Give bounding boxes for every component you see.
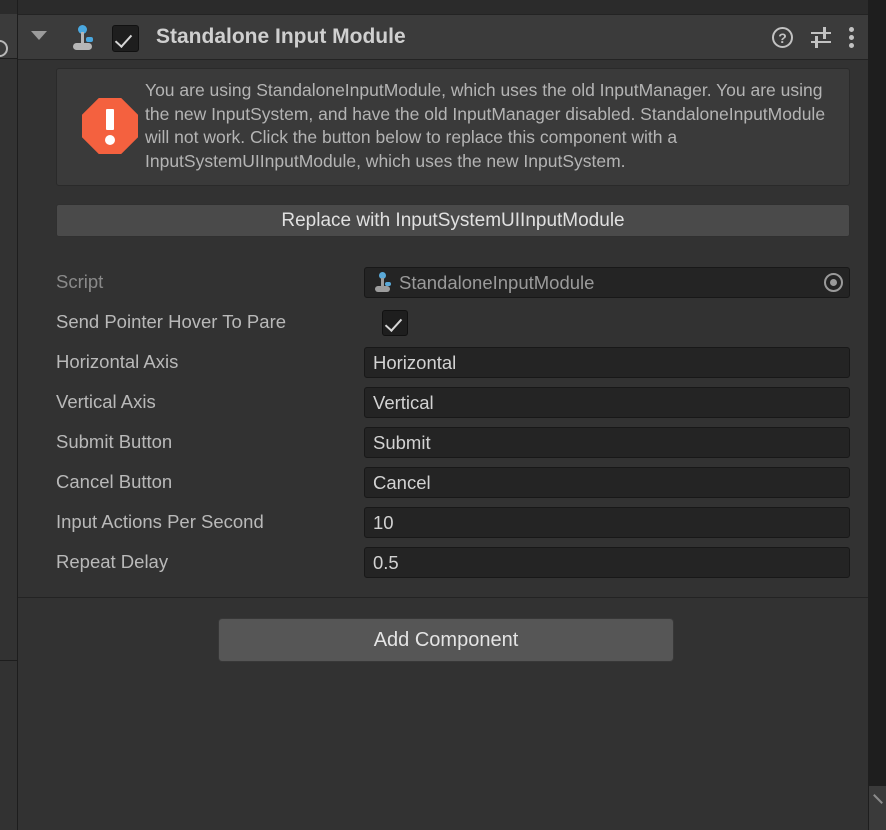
resize-grip[interactable] bbox=[869, 786, 886, 830]
foldout-arrow-icon[interactable] bbox=[31, 31, 47, 40]
section-divider bbox=[18, 597, 868, 598]
property-label: Repeat Delay bbox=[56, 551, 169, 572]
add-component-button[interactable]: Add Component bbox=[218, 618, 674, 662]
property-row-input-actions-per-second: Input Actions Per Second 10 bbox=[18, 502, 868, 542]
property-row-script: Script StandaloneInputModule bbox=[18, 262, 868, 302]
property-row-repeat-delay: Repeat Delay 0.5 bbox=[18, 542, 868, 582]
property-label: Cancel Button bbox=[56, 471, 173, 492]
left-panel-tab[interactable] bbox=[0, 14, 17, 59]
warning-help-box: You are using StandaloneInputModule, whi… bbox=[56, 68, 850, 186]
horizontal-axis-input[interactable]: Horizontal bbox=[364, 347, 850, 378]
cancel-button-input[interactable]: Cancel bbox=[364, 467, 850, 498]
left-panel-circle-icon bbox=[0, 40, 8, 57]
vertical-axis-input[interactable]: Vertical bbox=[364, 387, 850, 418]
input-actions-per-second-input[interactable]: 10 bbox=[364, 507, 850, 538]
submit-button-input[interactable]: Submit bbox=[364, 427, 850, 458]
component-enabled-checkbox[interactable] bbox=[112, 25, 139, 52]
property-label: Input Actions Per Second bbox=[56, 511, 264, 532]
property-label: Vertical Axis bbox=[56, 391, 156, 412]
property-row-send-pointer-hover-to-parent: Send Pointer Hover To Pare bbox=[18, 302, 868, 342]
input-module-icon bbox=[68, 23, 98, 53]
property-label: Horizontal Axis bbox=[56, 351, 179, 372]
object-picker-icon[interactable] bbox=[824, 273, 843, 292]
property-label: Send Pointer Hover To Pare bbox=[56, 311, 287, 332]
more-menu-icon[interactable] bbox=[849, 26, 854, 48]
preset-icon[interactable] bbox=[810, 26, 832, 48]
property-label: Script bbox=[56, 271, 104, 292]
property-label: Submit Button bbox=[56, 431, 173, 452]
property-row-horizontal-axis: Horizontal Axis Horizontal bbox=[18, 342, 868, 382]
left-panel-top-gap bbox=[0, 0, 17, 14]
component-title: Standalone Input Module bbox=[156, 25, 406, 48]
property-list: Script StandaloneInputModule Send Pointe… bbox=[18, 262, 868, 582]
property-row-cancel-button: Cancel Button Cancel bbox=[18, 462, 868, 502]
right-gutter bbox=[868, 0, 886, 830]
left-panel-divider bbox=[0, 660, 17, 661]
send-pointer-hover-to-parent-checkbox[interactable] bbox=[382, 310, 408, 336]
left-panel-strip bbox=[0, 0, 18, 830]
property-row-vertical-axis: Vertical Axis Vertical bbox=[18, 382, 868, 422]
inspector-body: Standalone Input Module ? You are using … bbox=[18, 0, 868, 830]
replace-with-inputsystem-button[interactable]: Replace with InputSystemUIInputModule bbox=[56, 204, 850, 237]
inspector-top-gap bbox=[18, 0, 868, 15]
inspector-window: Standalone Input Module ? You are using … bbox=[0, 0, 886, 830]
warning-message: You are using StandaloneInputModule, whi… bbox=[145, 80, 826, 171]
script-icon bbox=[372, 272, 394, 294]
component-header[interactable]: Standalone Input Module ? bbox=[18, 15, 868, 60]
repeat-delay-input[interactable]: 0.5 bbox=[364, 547, 850, 578]
help-icon[interactable]: ? bbox=[772, 26, 793, 48]
component-header-actions: ? bbox=[772, 15, 854, 59]
error-octagon-icon bbox=[82, 98, 138, 154]
script-object-field[interactable]: StandaloneInputModule bbox=[364, 267, 850, 298]
property-row-submit-button: Submit Button Submit bbox=[18, 422, 868, 462]
